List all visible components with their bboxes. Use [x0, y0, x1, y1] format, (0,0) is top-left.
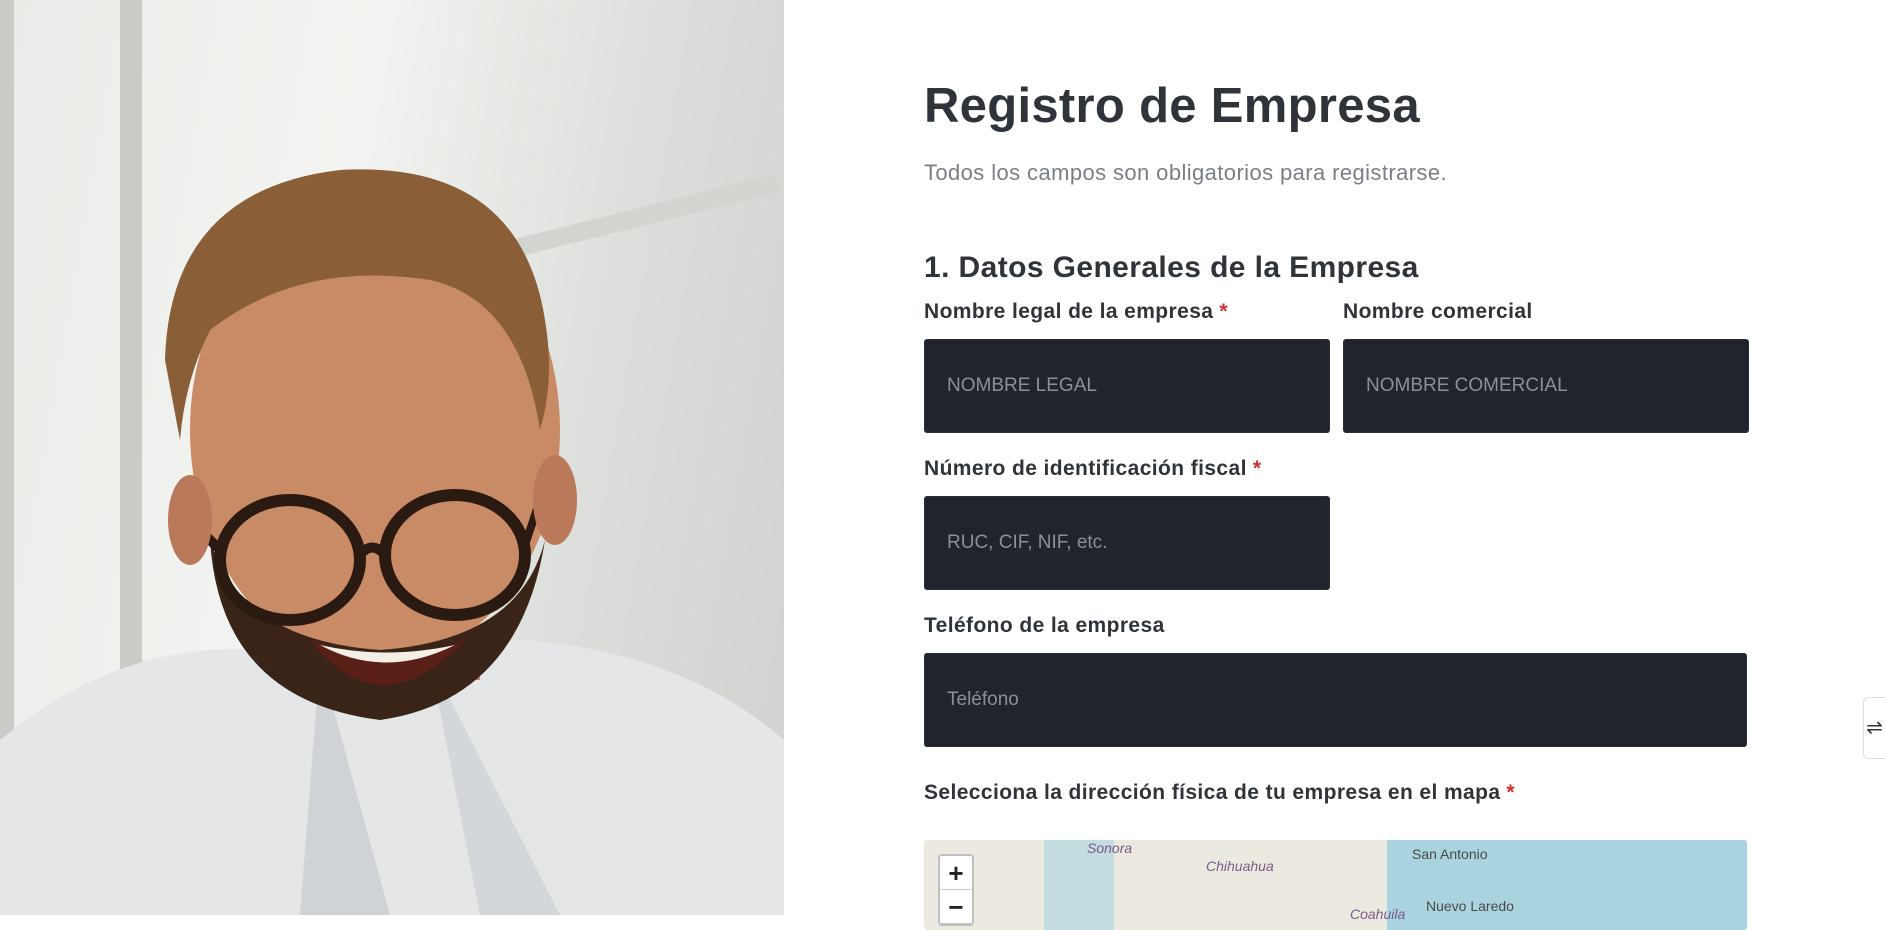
map-place-label: Coahuila: [1350, 906, 1406, 922]
map-place-label: San Antonio: [1412, 846, 1488, 862]
trade-name-label: Nombre comercial: [1343, 300, 1533, 324]
section-title: 1. Datos Generales de la Empresa: [924, 251, 1419, 284]
zoom-in-button[interactable]: +: [940, 856, 972, 890]
required-mark: *: [1506, 781, 1515, 804]
legal-name-input[interactable]: [924, 339, 1330, 433]
required-mark: *: [1219, 300, 1228, 323]
page-title: Registro de Empresa: [924, 79, 1420, 133]
trade-name-label-text: Nombre comercial: [1343, 300, 1533, 323]
tax-id-label: Número de identificación fiscal *: [924, 457, 1261, 481]
map-label: Selecciona la dirección física de tu emp…: [924, 781, 1515, 805]
zoom-out-button[interactable]: −: [940, 890, 972, 924]
map-place-label: Sonora: [1087, 840, 1133, 856]
map-place-label: Nuevo Laredo: [1426, 898, 1514, 914]
map-place-label: Chihuahua: [1206, 858, 1274, 874]
address-map[interactable]: Sonora Chihuahua San Antonio Nuevo Lared…: [924, 840, 1747, 930]
required-mark: *: [1252, 457, 1262, 480]
phone-label: Teléfono de la empresa: [924, 614, 1165, 638]
smiling-man-photo: [0, 169, 784, 915]
page-subtitle: Todos los campos son obligatorios para r…: [924, 160, 1447, 185]
map-zoom-control: + −: [938, 854, 974, 926]
phone-input[interactable]: [924, 653, 1747, 747]
handle-icon: ⇌: [1866, 717, 1883, 739]
phone-label-text: Teléfono de la empresa: [924, 614, 1165, 637]
legal-name-label-text: Nombre legal de la empresa: [924, 300, 1214, 323]
trade-name-input[interactable]: [1343, 339, 1749, 433]
side-tab[interactable]: ⇌: [1863, 697, 1885, 759]
tax-id-input[interactable]: [924, 496, 1330, 590]
map-label-text: Selecciona la dirección física de tu emp…: [924, 781, 1501, 804]
legal-name-label: Nombre legal de la empresa *: [924, 300, 1228, 324]
tax-id-label-text: Número de identificación fiscal: [924, 457, 1247, 480]
hero-photo: [0, 0, 784, 915]
